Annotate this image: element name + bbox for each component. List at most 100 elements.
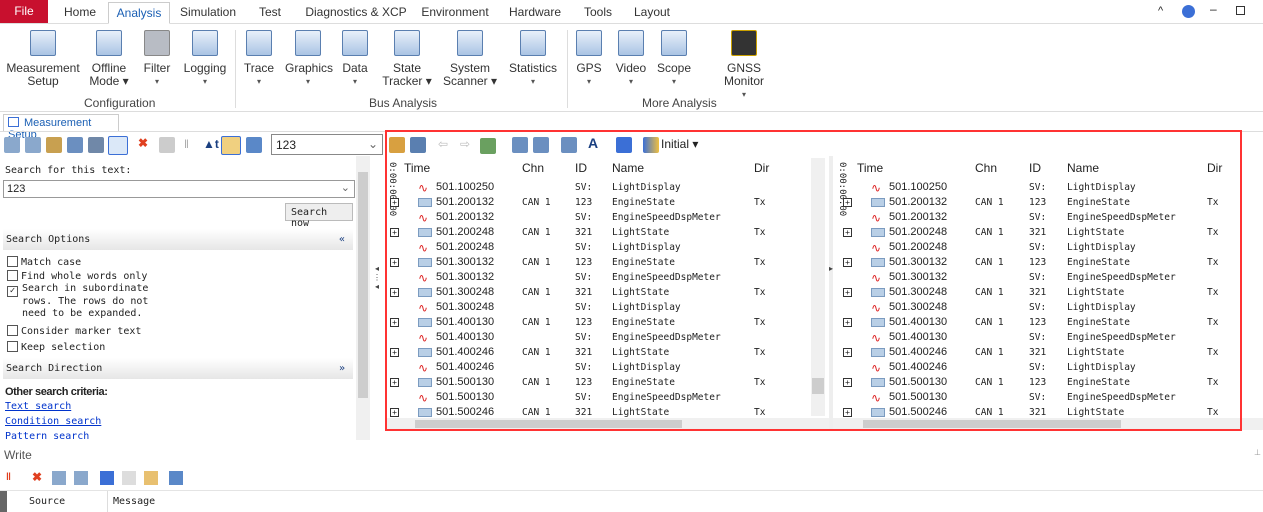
expand-icon[interactable]: + [843,228,852,237]
gps-button[interactable]: GPS ▾ [574,28,604,88]
toolbar-icon[interactable] [4,137,20,153]
filter-icon[interactable] [246,137,262,153]
tab-hardware[interactable]: Hardware [505,2,565,24]
expand-icon[interactable]: + [390,228,399,237]
column-chn[interactable]: Chn [522,161,544,175]
trace-row[interactable]: ∿ 501.300132 SV: EngineSpeedDspMeter [385,270,830,285]
toolbar-icon[interactable] [616,137,632,153]
trace-row[interactable]: ∿ 501.300248 SV: LightDisplay [385,300,830,315]
filter-icon[interactable] [67,137,83,153]
clear-all-icon[interactable] [74,471,88,485]
logging-button[interactable]: Logging ▾ [182,28,228,88]
expand-icon[interactable]: + [843,258,852,267]
tab-measurement-setup[interactable]: Measurement Setup [3,114,119,141]
statistics-button[interactable]: Statistics ▾ [506,28,560,88]
columns-icon[interactable] [561,137,577,153]
time-icon[interactable]: ▲t [203,137,219,151]
expand-icon[interactable]: + [390,258,399,267]
chevron-down-icon[interactable]: ⌄ [368,137,378,151]
trace-row[interactable]: +501.200248 CAN 1 321 LightState Tx [385,225,830,240]
marker-icon[interactable] [480,138,496,154]
minimize-icon[interactable]: – [1210,2,1217,16]
pattern-search-link[interactable]: Pattern search [5,431,89,440]
trace-row[interactable]: +501.200248 CAN 1 321 LightState Tx [833,225,1263,240]
text-search-link[interactable]: Text search [5,401,71,412]
search-text-input[interactable]: 123 ⌄ [3,180,355,198]
find-next-icon[interactable] [410,137,426,153]
find-icon[interactable] [108,136,128,155]
checkbox-checked[interactable]: ✓ [7,286,18,297]
toolbar-icon[interactable] [159,137,175,153]
layout-selector[interactable]: Initial ▾ [661,137,698,151]
expand-icon[interactable]: + [390,348,399,357]
column-chn[interactable]: Chn [975,161,997,175]
search-panel-scrollbar[interactable] [356,156,370,440]
trace-row[interactable]: +501.400130 CAN 1 123 EngineState Tx [833,315,1263,330]
expand-icon[interactable]: + [390,378,399,387]
search-combo[interactable]: 123 ⌄ [271,134,383,155]
column-name[interactable]: Name [612,161,644,175]
tab-analysis[interactable]: Analysis [108,2,170,24]
option-subordinate-rows[interactable]: ✓ Search in subordinate rows. The rows do… [7,283,157,321]
scrollbar-thumb[interactable] [415,420,682,428]
expand-icon[interactable]: + [843,408,852,417]
collapse-ribbon-icon[interactable]: ^ [1158,5,1163,17]
expand-icon[interactable]: + [843,318,852,327]
layout-icon[interactable] [643,137,659,153]
clear-icon[interactable] [52,471,66,485]
pause-icon[interactable]: ǁ [184,137,189,151]
column-time[interactable]: Time [404,161,430,175]
system-scanner-button[interactable]: System Scanner ▾ [442,28,498,88]
trace-row[interactable]: ∿ 501.500130 SV: EngineSpeedDspMeter [385,390,830,405]
expand-icon[interactable]: + [843,288,852,297]
delete-icon[interactable]: ✖ [138,136,148,150]
trace-row[interactable]: +501.400130 CAN 1 123 EngineState Tx [385,315,830,330]
trace-row[interactable]: ∿ 501.100250 SV: LightDisplay [833,180,1263,195]
tab-layout[interactable]: Layout [630,2,674,24]
search-direction-header[interactable]: Search Direction » [3,358,353,379]
column-source[interactable]: Source [29,496,65,507]
search-now-button[interactable]: Search now [285,203,353,229]
offline-mode-button[interactable]: Offline Mode ▾ [86,28,132,88]
trace-row[interactable]: +501.300248 CAN 1 321 LightState Tx [833,285,1263,300]
gnss-monitor-button[interactable]: GNSS Monitor ▾ [706,28,782,101]
column-dir[interactable]: Dir [1207,161,1222,175]
toolbar-icon[interactable] [25,137,41,153]
horizontal-scrollbar[interactable] [385,418,830,430]
toolbar-icon[interactable] [533,137,549,153]
expand-icon[interactable]: + [390,408,399,417]
tab-tools[interactable]: Tools [578,2,618,24]
trace-row[interactable]: ∿ 501.200132 SV: EngineSpeedDspMeter [385,210,830,225]
font-icon[interactable]: A [588,135,598,151]
column-name[interactable]: Name [1067,161,1099,175]
autoscroll-icon[interactable] [221,136,241,155]
option-marker-text[interactable]: Consider marker text [7,325,141,337]
column-message[interactable]: Message [113,496,155,507]
option-match-case[interactable]: Match case [7,256,81,268]
pin-icon[interactable]: ⊥ [1254,448,1261,457]
trace-row[interactable]: ∿ 501.400130 SV: EngineSpeedDspMeter [833,330,1263,345]
trace-row[interactable]: ∿ 501.400130 SV: EngineSpeedDspMeter [385,330,830,345]
scope-button[interactable]: Scope ▾ [656,28,692,88]
measurement-setup-button[interactable]: Measurement Setup [6,28,80,88]
column-id[interactable]: ID [1029,161,1041,175]
trace-row[interactable]: ∿ 501.200132 SV: EngineSpeedDspMeter [833,210,1263,225]
trace-row[interactable]: +501.200132 CAN 1 123 EngineState Tx [385,195,830,210]
back-icon[interactable]: ⇦ [438,137,448,151]
trace-row[interactable]: ∿ 501.400246 SV: LightDisplay [833,360,1263,375]
trace-row[interactable]: +501.300132 CAN 1 123 EngineState Tx [385,255,830,270]
splitter[interactable]: ◂ ⋮ ◂ [372,156,382,440]
toolbar-icon[interactable] [46,137,62,153]
find-icon[interactable] [100,471,114,485]
tab-home[interactable]: Home [58,2,102,24]
pane-splitter[interactable]: ▸ [829,156,833,430]
trace-row[interactable]: ∿ 501.300248 SV: LightDisplay [833,300,1263,315]
chevron-down-icon[interactable]: ⌄ [341,181,350,194]
search-options-header[interactable]: Search Options « [3,229,353,250]
pause-icon[interactable]: ǁ [6,472,11,483]
data-button[interactable]: Data ▾ [340,28,370,88]
checkbox[interactable] [7,341,18,352]
expand-icon[interactable]: » [339,363,345,374]
tab-test[interactable]: Test [252,2,288,24]
vertical-scrollbar[interactable] [811,158,825,416]
